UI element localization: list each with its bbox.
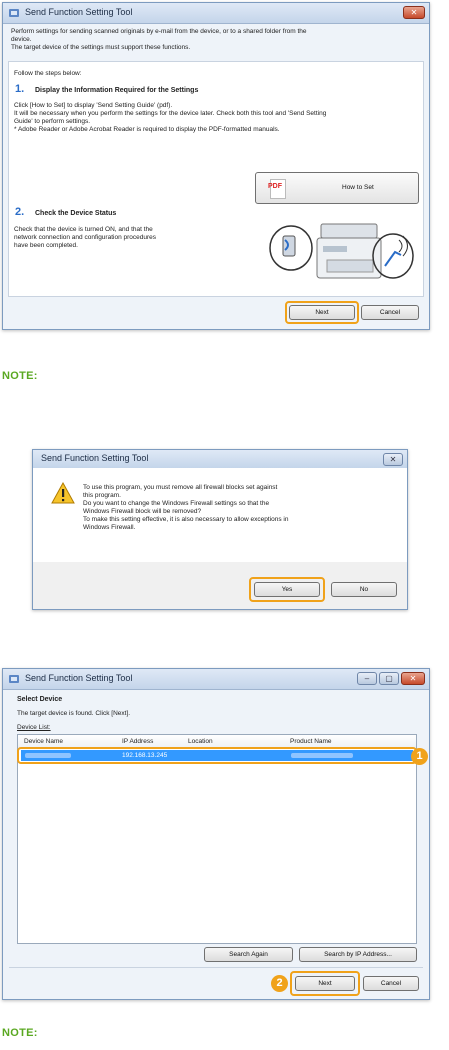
step-2-title: Check the Device Status	[35, 210, 117, 217]
step-1-line-4: * Adobe Reader or Adobe Acrobat Reader i…	[14, 126, 280, 133]
step-2-line-1: Check that the device is turned ON, and …	[14, 226, 153, 233]
printer-illustration	[269, 223, 414, 279]
pdf-label: PDF	[268, 183, 282, 190]
steps-panel: Follow the steps below: 1. Display the I…	[8, 61, 424, 297]
app-icon	[9, 675, 19, 683]
column-ip-address[interactable]: IP Address	[122, 738, 153, 746]
separator	[9, 967, 423, 968]
device-list-label: Device List:	[17, 724, 51, 731]
next-button-highlight	[290, 971, 360, 996]
window-title: Send Function Setting Tool	[25, 7, 133, 17]
dialog-title-bar: Send Function Setting Tool ✕	[33, 450, 407, 469]
cancel-button[interactable]: Cancel	[363, 976, 419, 991]
dialog-line-5: To make this setting effective, it is al…	[83, 516, 289, 523]
dialog-line-3: Do you want to change the Windows Firewa…	[83, 500, 270, 507]
device-found-text: The target device is found. Click [Next]…	[17, 710, 131, 717]
how-to-set-button[interactable]: PDF How to Set	[255, 172, 419, 204]
step-1-line-2: It will be necessary when you perform th…	[14, 110, 327, 117]
search-by-ip-button[interactable]: Search by IP Address...	[299, 947, 417, 962]
select-device-heading: Select Device	[17, 696, 63, 703]
firewall-dialog: Send Function Setting Tool ✕ To use this…	[32, 449, 408, 610]
column-product-name[interactable]: Product Name	[290, 738, 332, 746]
note-heading: NOTE:	[2, 370, 38, 382]
step-1-number: 1.	[15, 83, 25, 95]
step-2-badge: 2	[271, 975, 288, 992]
no-button[interactable]: No	[331, 582, 397, 597]
dialog-close-button[interactable]: ✕	[383, 453, 403, 466]
select-device-window: Send Function Setting Tool – ▢ ✕ Select …	[2, 668, 430, 1000]
minimize-button[interactable]: –	[357, 672, 377, 685]
cancel-button[interactable]: Cancel	[361, 305, 419, 320]
select-device-title-bar: Send Function Setting Tool – ▢ ✕	[3, 669, 429, 690]
step-2-number: 2.	[15, 206, 25, 218]
dialog-line-1: To use this program, you must remove all…	[83, 484, 278, 491]
how-to-set-label: How to Set	[342, 184, 374, 191]
intro-line-1: Perform settings for sending scanned ori…	[11, 28, 307, 35]
maximize-button[interactable]: ▢	[379, 672, 399, 685]
step-2-line-2: network connection and configuration pro…	[14, 234, 157, 241]
dialog-line-2: this program.	[83, 492, 121, 499]
search-again-button[interactable]: Search Again	[204, 947, 293, 962]
follow-steps-label: Follow the steps below:	[14, 70, 82, 77]
title-bar: Send Function Setting Tool ✕	[3, 3, 429, 24]
next-button-highlight	[285, 301, 359, 324]
dialog-line-6: Windows Firewall.	[83, 524, 136, 531]
step-1-badge: 1	[411, 748, 428, 765]
device-row-highlight	[17, 747, 417, 764]
intro-line-2: device.	[11, 36, 32, 43]
yes-button-highlight	[249, 577, 325, 602]
window-title: Send Function Setting Tool	[25, 673, 133, 683]
step-1-line-3: Guide' to perform settings.	[14, 118, 91, 125]
step-1-line-1: Click [How to Set] to display 'Send Sett…	[14, 102, 173, 109]
device-list[interactable]: Device Name IP Address Location Product …	[17, 734, 417, 944]
step-2-line-3: have been completed.	[14, 242, 78, 249]
note-heading: NOTE:	[2, 1027, 38, 1039]
intro-line-3: The target device of the settings must s…	[11, 44, 191, 51]
column-location[interactable]: Location	[188, 738, 213, 746]
close-button[interactable]: ✕	[403, 6, 425, 19]
column-device-name[interactable]: Device Name	[24, 738, 63, 746]
warning-icon	[51, 482, 75, 504]
step-1-title: Display the Information Required for the…	[35, 87, 199, 94]
dialog-message-area: To use this program, you must remove all…	[33, 468, 407, 562]
close-button[interactable]: ✕	[401, 672, 425, 685]
setting-tool-window: Send Function Setting Tool ✕ Perform set…	[2, 2, 430, 330]
dialog-title: Send Function Setting Tool	[41, 453, 149, 463]
dialog-line-4: Windows Firewall block will be removed?	[83, 508, 202, 515]
pdf-icon: PDF	[268, 179, 286, 199]
app-icon	[9, 9, 19, 17]
